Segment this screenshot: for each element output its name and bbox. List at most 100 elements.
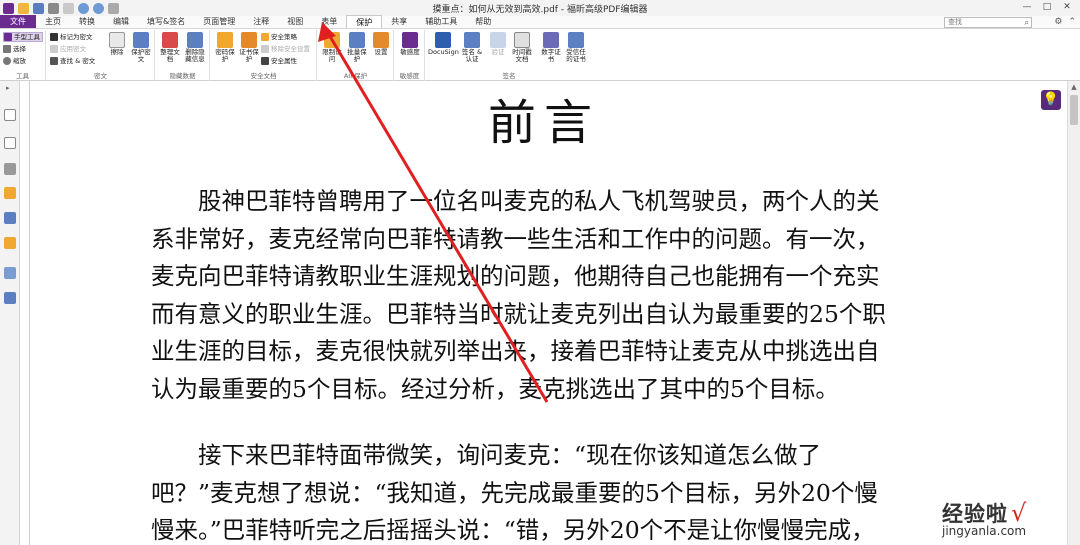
- batch-protect-button[interactable]: 批量保护: [345, 32, 369, 63]
- docusign-icon: [435, 32, 451, 48]
- tab-file[interactable]: 文件: [0, 15, 36, 28]
- tab-protect[interactable]: 保护: [346, 15, 383, 28]
- restrict-access-label: 限制访问: [322, 48, 342, 63]
- protect-redact-button[interactable]: 保护密文: [129, 32, 153, 63]
- clean-doc-icon: [162, 32, 178, 48]
- remove-hidden-icon: [187, 32, 203, 48]
- find-redact-button[interactable]: 查找 & 密文: [50, 56, 95, 66]
- group-label-tools: 工具: [16, 72, 29, 80]
- paragraph-1: 股神巴菲特曾聘用了一位名叫麦克的私人飞机驾驶员，两个人的关 系非常好，麦克经常向…: [151, 183, 886, 409]
- search-icon[interactable]: ⌕: [1025, 18, 1029, 27]
- trusted-cert-button[interactable]: 受信任的证书: [564, 32, 588, 63]
- print-icon[interactable]: [48, 2, 59, 14]
- trusted-cert-label: 受信任的证书: [566, 48, 586, 63]
- sensitivity-btn-label: 敏感度: [400, 48, 420, 56]
- new-icon[interactable]: [63, 2, 74, 14]
- text-line: 股神巴菲特曾聘用了一位名叫麦克的私人飞机驾驶员，两个人的关: [198, 187, 880, 215]
- select-tool-button[interactable]: 选择: [3, 44, 26, 54]
- save-icon[interactable]: [33, 2, 44, 14]
- sign-certify-button[interactable]: 签名 & 认证: [460, 32, 484, 63]
- redo-icon[interactable]: [93, 2, 104, 14]
- text-line: 接下来巴菲特面带微笑，询问麦克：“现在你该知道怎么做了: [198, 441, 822, 469]
- tab-help[interactable]: 帮助: [466, 15, 500, 28]
- expand-sidebar-icon[interactable]: ▸: [6, 84, 10, 92]
- find-redact-icon: [50, 57, 58, 65]
- tab-convert[interactable]: 转换: [70, 15, 104, 28]
- security-properties-button[interactable]: 安全属性: [261, 56, 297, 66]
- scroll-up-icon[interactable]: ▲: [1068, 83, 1080, 91]
- group-label-hidden: 隐藏数据: [169, 72, 196, 80]
- tab-view[interactable]: 视图: [278, 15, 312, 28]
- signature-panel-icon[interactable]: [4, 292, 16, 304]
- digital-id-label: 数字证书: [541, 48, 561, 63]
- docusign-button[interactable]: DocuSign: [428, 32, 459, 56]
- certificate-lock-icon: [241, 32, 257, 48]
- aip-settings-button[interactable]: 设置: [369, 32, 393, 56]
- cert-protect-label: 证书保护: [239, 48, 259, 63]
- mark-redact-icon: [50, 33, 58, 41]
- tab-form[interactable]: 表单: [312, 15, 346, 28]
- clean-doc-button[interactable]: 整理文档: [158, 32, 182, 63]
- protect-redact-label: 保护密文: [131, 48, 151, 63]
- tab-fill-sign[interactable]: 填写&签名: [138, 15, 194, 28]
- timestamp-icon: [514, 32, 530, 48]
- zoom-tool-button[interactable]: 缩放: [3, 56, 26, 66]
- open-icon[interactable]: [18, 2, 29, 14]
- title-bar: 摸重点：如何从无效到高效.pdf - 福昕高级PDF编辑器 — □ ✕: [0, 0, 1080, 16]
- tab-page-manage[interactable]: 页面管理: [194, 15, 244, 28]
- tab-comment[interactable]: 注释: [244, 15, 278, 28]
- quick-access-toolbar: [0, 2, 119, 14]
- text-line: 认为最重要的5个目标。经过分析，麦克挑选出了其中的5个目标。: [151, 374, 839, 403]
- group-aip: 限制访问 批量保护 设置 AIP保护: [318, 30, 394, 81]
- protect-redact-icon: [133, 32, 149, 48]
- validate-button[interactable]: 验证: [486, 32, 510, 56]
- security-icon[interactable]: [4, 237, 16, 249]
- restrict-access-icon: [324, 32, 340, 48]
- page-thumbnail-icon[interactable]: [4, 109, 16, 121]
- remove-security-button[interactable]: 移除安全设置: [261, 44, 310, 54]
- tab-accessibility[interactable]: 辅助工具: [416, 15, 466, 28]
- undo-icon[interactable]: [78, 2, 89, 14]
- cert-protect-button[interactable]: 证书保护: [237, 32, 261, 63]
- password-protect-label: 密码保护: [215, 48, 235, 63]
- lightbulb-icon[interactable]: 💡: [1041, 90, 1061, 110]
- timestamp-label: 时间戳文档: [512, 48, 532, 63]
- restrict-access-button[interactable]: 限制访问: [320, 32, 344, 63]
- layers-icon[interactable]: [4, 163, 16, 175]
- maximize-button[interactable]: □: [1038, 1, 1056, 14]
- attachment-icon[interactable]: [4, 212, 16, 224]
- scroll-thumb[interactable]: [1070, 95, 1078, 125]
- menu-tabs: 文件 主页 转换 编辑 填写&签名 页面管理 注释 视图 表单 保护 共享 辅助…: [0, 15, 1080, 29]
- password-protect-button[interactable]: 密码保护: [213, 32, 237, 63]
- lock-icon: [217, 32, 233, 48]
- text-line: 麦克向巴菲特请教职业生涯规划的问题，他期待自己也能拥有一个充实: [151, 262, 880, 291]
- erase-button[interactable]: 擦除: [105, 32, 129, 56]
- collapse-ribbon-icon[interactable]: ⌃: [1068, 16, 1076, 29]
- tab-home[interactable]: 主页: [36, 15, 70, 28]
- watermark-check: √: [1011, 499, 1027, 527]
- hand-tool-label: 手型工具: [14, 33, 40, 41]
- timestamp-button[interactable]: 时间戳文档: [510, 32, 534, 63]
- digital-id-button[interactable]: 数字证书: [539, 32, 563, 63]
- document-view[interactable]: 前言 股神巴菲特曾聘用了一位名叫麦克的私人飞机驾驶员，两个人的关 系非常好，麦克…: [21, 81, 1067, 545]
- close-button[interactable]: ✕: [1058, 1, 1076, 14]
- hand-tool-button[interactable]: 手型工具: [3, 32, 43, 42]
- tab-edit[interactable]: 编辑: [104, 15, 138, 28]
- security-policy-button[interactable]: 安全策略: [261, 32, 297, 42]
- settings-icon[interactable]: ⚙: [1054, 16, 1062, 29]
- mark-redact-button[interactable]: 标记为密文: [50, 32, 93, 42]
- apply-redact-button[interactable]: 应用密文: [50, 44, 86, 54]
- bookmark-icon[interactable]: [4, 137, 16, 149]
- search-input[interactable]: 查找 ⌕: [944, 17, 1032, 28]
- minimize-button[interactable]: —: [1018, 1, 1036, 14]
- sensitivity-button[interactable]: 敏感度: [398, 32, 422, 56]
- tab-share[interactable]: 共享: [382, 15, 416, 28]
- content-icon[interactable]: [4, 267, 16, 279]
- remove-hidden-button[interactable]: 删除隐藏信息: [183, 32, 207, 63]
- sign-pen-icon: [464, 32, 480, 48]
- vertical-scrollbar[interactable]: ▲: [1067, 81, 1080, 545]
- comments-icon[interactable]: [4, 187, 16, 199]
- hand-icon[interactable]: [108, 2, 119, 14]
- eraser-icon: [109, 32, 125, 48]
- group-label-security: 安全文档: [250, 72, 277, 80]
